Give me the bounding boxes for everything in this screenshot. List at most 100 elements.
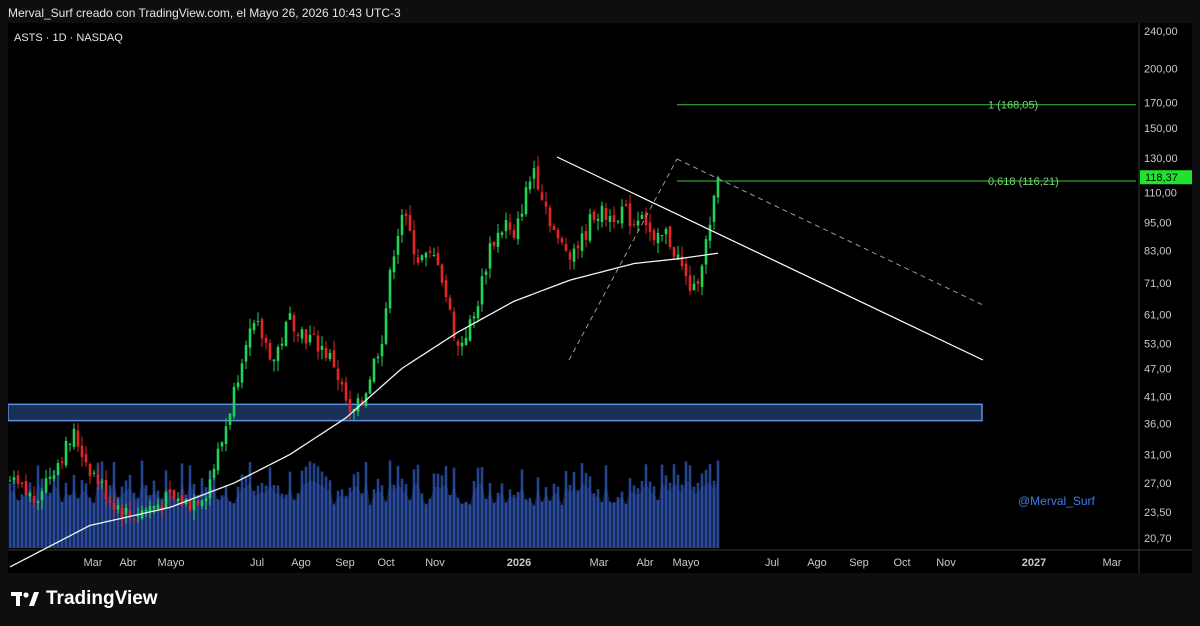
candle	[592, 211, 596, 220]
candle	[616, 221, 620, 223]
price-tick-label: 95,00	[1144, 218, 1172, 230]
time-tick-label: Mar	[84, 557, 103, 569]
candle	[12, 477, 16, 481]
candle	[68, 443, 72, 445]
price-tick-label: 23,50	[1144, 507, 1172, 519]
candle	[316, 335, 320, 352]
candle	[536, 166, 540, 190]
price-tick-label: 110,00	[1144, 187, 1177, 199]
candle	[272, 359, 276, 362]
candle	[192, 500, 196, 511]
price-tick-label: 36,00	[1144, 419, 1172, 431]
candle	[580, 233, 584, 251]
time-tick-label: Ago	[291, 557, 311, 569]
candle	[76, 430, 80, 447]
candle	[656, 232, 660, 244]
time-tick-label: Ago	[807, 557, 827, 569]
candle	[604, 207, 608, 220]
candle	[132, 518, 136, 520]
candle	[420, 255, 424, 261]
candle	[204, 498, 208, 502]
time-tick-label: Jul	[765, 557, 779, 569]
candle	[600, 205, 604, 222]
candle	[344, 382, 348, 401]
price-tick-label: 83,00	[1144, 246, 1172, 258]
candle	[528, 181, 532, 190]
candle	[164, 492, 168, 508]
price-chart[interactable]: 1 (168,05) 0,618 (116,21) @Merval_Surf ASTS…	[8, 23, 1192, 573]
time-tick-label: Nov	[936, 557, 956, 569]
price-tick-label: 31,00	[1144, 449, 1172, 461]
candle	[228, 413, 232, 425]
candle	[704, 239, 708, 265]
price-tick-label: 200,00	[1144, 64, 1178, 76]
candle	[168, 489, 172, 493]
time-tick-label: Mayo	[158, 557, 185, 569]
candle	[312, 333, 316, 335]
candle	[496, 232, 500, 247]
candle	[440, 264, 444, 283]
tradingview-logo-text: TradingView	[46, 588, 158, 609]
candle	[104, 480, 108, 500]
candle	[36, 501, 40, 504]
candle	[508, 222, 512, 230]
candle	[88, 464, 92, 477]
candle	[112, 502, 116, 510]
tradingview-logo-icon	[11, 592, 39, 606]
candle	[72, 428, 76, 447]
symbol-label: ASTS · 1D · NASDAQ	[14, 32, 123, 44]
candle	[700, 265, 704, 288]
chart-panel[interactable]: 1 (168,05) 0,618 (116,21) @Merval_Surf ASTS…	[8, 23, 1192, 573]
candle	[196, 501, 200, 505]
price-tick-label: 20,70	[1144, 533, 1172, 545]
candle	[652, 230, 656, 241]
candle	[308, 334, 312, 343]
candle	[32, 496, 36, 503]
candle	[24, 480, 28, 495]
candle	[40, 491, 44, 501]
time-tick-label: 2026	[507, 557, 531, 569]
candle	[80, 445, 84, 457]
candle	[240, 363, 244, 383]
candle	[148, 506, 152, 512]
volume-average-area	[10, 479, 718, 548]
candle	[416, 257, 420, 263]
candle	[404, 213, 408, 217]
candle	[300, 329, 304, 339]
candle	[424, 252, 428, 258]
candle	[336, 368, 340, 381]
candle	[356, 398, 360, 412]
candle	[588, 214, 592, 241]
candle	[548, 207, 552, 227]
author-watermark: @Merval_Surf	[1018, 494, 1096, 508]
price-tick-label: 47,00	[1144, 363, 1172, 375]
candle	[392, 256, 396, 273]
price-tick-label: 130,00	[1144, 153, 1178, 165]
price-tick-label: 27,00	[1144, 478, 1172, 490]
chart-attribution: Merval_Surf creado con TradingView.com, …	[8, 6, 401, 20]
candle	[556, 230, 560, 239]
trendline-solid	[556, 156, 984, 361]
candle	[664, 228, 668, 235]
candle	[280, 343, 284, 346]
candle	[512, 230, 516, 238]
candle	[340, 381, 344, 385]
candle	[660, 234, 664, 236]
candle	[672, 246, 676, 257]
candle	[444, 280, 448, 298]
candle	[292, 315, 296, 332]
candle	[92, 472, 96, 474]
candle	[464, 337, 468, 345]
candle	[372, 358, 376, 382]
candle	[264, 337, 268, 343]
candle	[624, 204, 628, 207]
time-tick-label: Oct	[377, 557, 394, 569]
time-tick-label: Mar	[590, 557, 609, 569]
candle	[408, 214, 412, 232]
candle	[532, 168, 536, 179]
candle	[216, 448, 220, 471]
candle	[628, 203, 632, 227]
candle	[304, 329, 308, 344]
candle	[436, 253, 440, 266]
candle	[520, 213, 524, 217]
